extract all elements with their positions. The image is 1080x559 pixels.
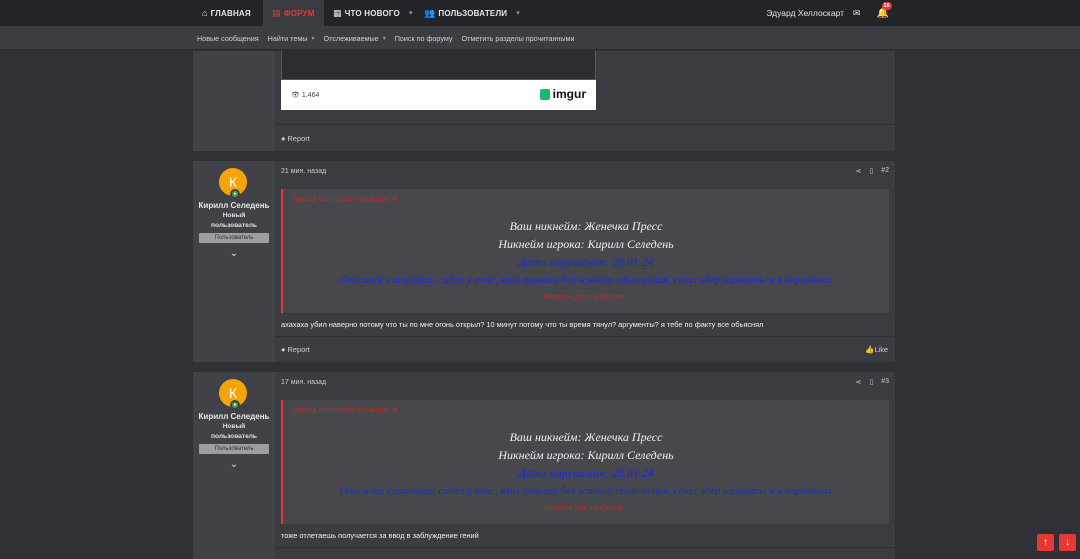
quote-line: Никнейм игрока: Кирилл Селедень — [498, 237, 674, 251]
scroll-top-button[interactable]: ↑ — [1037, 534, 1054, 551]
expand-quote-link[interactable]: Нажмите для раскрытия... — [283, 294, 889, 301]
up-arrow-icon: ⊕ — [392, 196, 398, 203]
quote-line: Ваш никнейм: Женечка Пресс — [509, 219, 663, 233]
post-time[interactable]: 21 мин. назад — [281, 168, 326, 175]
like-button[interactable]: 👍Like — [865, 345, 888, 354]
message-cell: 👁 1,464 imgur ● Report — [275, 51, 895, 151]
post-actions: ⋖ ▯ #3 — [855, 378, 889, 386]
quote-line: Описание ситуации: сидел у ттс, взял пов… — [339, 485, 833, 497]
message-cell: 21 мин. назад ⋖ ▯ #2 Эдуард Хеллоскарт с… — [275, 161, 895, 362]
message-cell: 17 мин. назад ⋖ ▯ #3 Эдуард Хеллоскарт с… — [275, 372, 895, 559]
user-cell: К ● Кирилл Селедень Новый пользователь П… — [193, 161, 275, 362]
user-title-line1: Новый — [222, 212, 246, 219]
online-status-icon: ● — [230, 400, 240, 410]
top-navigation: ⌂ ГЛАВНАЯ ▤ ФОРУМ ▦ ЧТО НОВОГО ▾ 👥 ПОЛЬЗ… — [0, 0, 1080, 26]
user-title-line1: Новый — [222, 423, 246, 430]
tab-whats-new[interactable]: ▦ ЧТО НОВОГО ▾ — [333, 0, 413, 26]
avatar[interactable]: К ● — [219, 168, 247, 199]
scroll-bottom-button[interactable]: ↓ — [1059, 534, 1076, 551]
eye-icon: 👁 — [291, 92, 300, 99]
report-icon: ● — [281, 134, 286, 143]
sub-navigation: Новые сообщения Найти темы ▾ Отслеживаем… — [0, 26, 1080, 50]
quote-line: Никнейм игрока: Кирилл Селедень — [498, 448, 674, 462]
post-previous: 👁 1,464 imgur ● Report — [193, 51, 895, 151]
imgur-embed[interactable]: 👁 1,464 imgur — [281, 51, 596, 110]
post-3: К ● Кирилл Селедень Новый пользователь П… — [193, 372, 895, 559]
tab-home[interactable]: ⌂ ГЛАВНАЯ — [202, 0, 251, 26]
divider — [275, 336, 895, 337]
chevron-down-icon[interactable]: ▾ — [312, 35, 315, 42]
message-text: ахахаха убил наверно потому что ты по мн… — [281, 320, 764, 329]
report-button[interactable]: ● Report — [281, 345, 310, 354]
arrow-up-icon: ↑ — [1043, 537, 1048, 548]
post-actions: ⋖ ▯ #2 — [855, 167, 889, 175]
subnav-search-forum[interactable]: Поиск по форуму — [395, 34, 453, 43]
share-icon[interactable]: ⋖ — [855, 378, 861, 386]
expand-user-info-button[interactable]: ⌄ — [193, 459, 275, 470]
report-button[interactable]: ● Report — [281, 134, 310, 143]
imgur-footer: 👁 1,464 imgur — [281, 80, 596, 110]
quote-line: Дата нарушения: 28.01.24 — [518, 255, 654, 269]
tab-users[interactable]: 👥 ПОЛЬЗОВАТЕЛИ ▾ — [424, 0, 520, 26]
users-icon: 👥 — [424, 7, 436, 18]
notification-badge: 16 — [881, 1, 892, 10]
arrow-down-icon: ↓ — [1065, 537, 1070, 548]
news-icon: ▦ — [333, 7, 342, 18]
chevron-down-icon: ⌄ — [229, 248, 239, 259]
tab-forum[interactable]: ▤ ФОРУМ — [263, 0, 324, 26]
quote-line: Описание ситуации: сидел у ттс, взял пов… — [339, 274, 833, 286]
mail-icon[interactable]: ✉ — [853, 8, 861, 19]
quote-block: Эдуард Хеллоскарт сказал(а): ⊕ Ваш никне… — [281, 189, 889, 313]
subnav-watched[interactable]: Отслеживаемые — [324, 34, 379, 43]
subnav-mark-read[interactable]: Отметить разделы прочитанными — [461, 34, 574, 43]
user-title-line2: пользователь — [210, 222, 257, 229]
post-2: К ● Кирилл Селедень Новый пользователь П… — [193, 161, 895, 362]
expand-user-info-button[interactable]: ⌄ — [193, 248, 275, 259]
post-number[interactable]: #3 — [881, 378, 889, 386]
bell-icon[interactable]: 🔔 16 — [877, 1, 892, 19]
expand-quote-link[interactable]: Нажмите для раскрытия... — [283, 505, 889, 512]
divider — [275, 124, 895, 125]
online-status-icon: ● — [230, 189, 240, 199]
divider — [275, 547, 895, 548]
imgur-logo-icon — [539, 88, 550, 100]
user-cell — [193, 51, 275, 151]
imgur-image — [281, 51, 596, 80]
user-banner: Пользователь — [199, 444, 269, 454]
avatar[interactable]: К ● — [219, 379, 247, 410]
username[interactable]: Кирилл Селедень — [193, 412, 275, 421]
user-area: Эдуард Хеллоскарт ✉ 🔔 16 — [766, 0, 895, 26]
message-text: тоже отлетаешь получается за ввод в забл… — [281, 531, 479, 540]
post-number[interactable]: #2 — [881, 167, 889, 175]
subnav-find-threads[interactable]: Найти темы — [268, 34, 308, 43]
account-username[interactable]: Эдуард Хеллоскарт — [766, 8, 844, 18]
bookmark-icon[interactable]: ▯ — [869, 167, 873, 175]
username[interactable]: Кирилл Селедень — [193, 201, 275, 210]
user-banner: Пользователь — [199, 233, 269, 243]
chevron-down-icon: ▾ — [516, 10, 520, 17]
post-time[interactable]: 17 мин. назад — [281, 379, 326, 386]
imgur-logo[interactable]: imgur — [539, 87, 586, 101]
quote-line: Дата нарушения: 28.01.24 — [518, 466, 654, 480]
imgur-views: 👁 1,464 — [291, 92, 320, 99]
bookmark-icon[interactable]: ▯ — [869, 378, 873, 386]
chevron-down-icon: ▾ — [408, 10, 413, 17]
quote-block: Эдуард Хеллоскарт сказал(а): ⊕ Ваш никне… — [281, 400, 889, 524]
user-cell: К ● Кирилл Селедень Новый пользователь П… — [193, 372, 275, 559]
forum-icon: ▤ — [272, 7, 281, 18]
chevron-down-icon: ⌄ — [229, 459, 239, 470]
quote-author[interactable]: Эдуард Хеллоскарт сказал(а): ⊕ — [292, 406, 398, 414]
quote-line: Ваш никнейм: Женечка Пресс — [509, 430, 663, 444]
up-arrow-icon: ⊕ — [392, 407, 398, 414]
share-icon[interactable]: ⋖ — [855, 167, 861, 175]
user-title-line2: пользователь — [210, 433, 257, 440]
home-icon: ⌂ — [202, 8, 208, 18]
subnav-new-posts[interactable]: Новые сообщения — [197, 34, 259, 43]
report-icon: ● — [281, 345, 286, 354]
quote-author[interactable]: Эдуард Хеллоскарт сказал(а): ⊕ — [292, 195, 398, 203]
chevron-down-icon[interactable]: ▾ — [383, 35, 386, 42]
